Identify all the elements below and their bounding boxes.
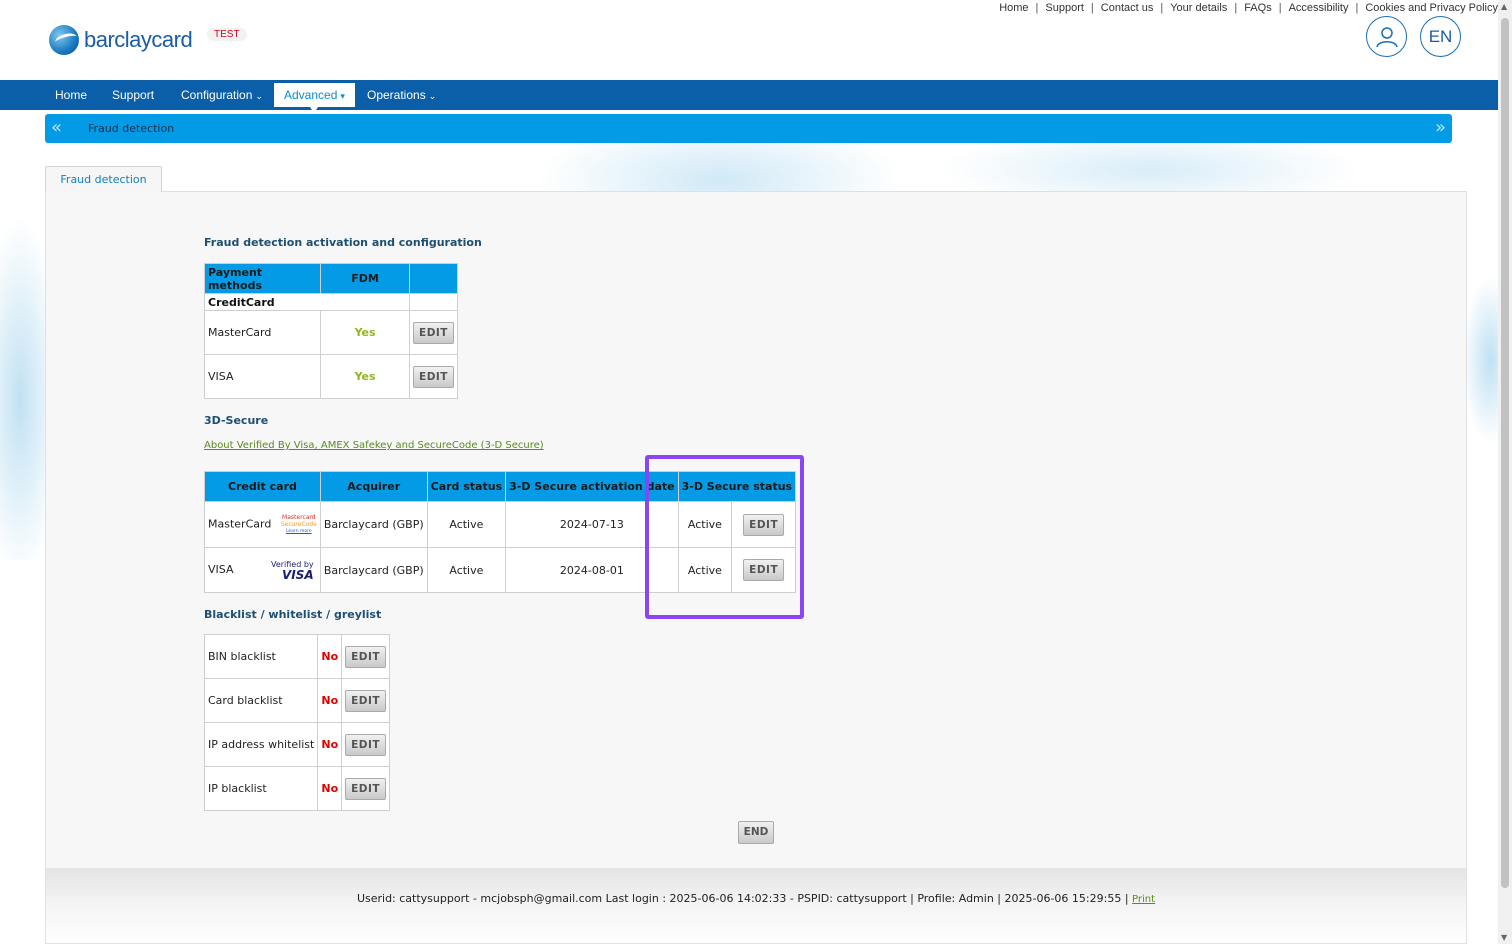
list-status: No [317, 634, 343, 679]
list-label: BIN blacklist [203, 634, 319, 679]
card-status: Active [426, 501, 507, 548]
column-header: FDM [320, 263, 411, 294]
edit-visa-fdm-button[interactable]: EDIT [413, 365, 454, 388]
edit-ip-blacklist-button[interactable]: EDIT [345, 777, 387, 800]
about-3ds-link[interactable]: About Verified By Visa, AMEX Safekey and… [204, 440, 544, 451]
activation-date: 2024-07-13 [505, 501, 679, 548]
logo-text: barclaycard [84, 27, 193, 52]
column-header: Payment methods [203, 263, 322, 294]
activation-date: 2024-08-01 [505, 547, 679, 593]
toplink-support[interactable]: Support [1045, 2, 1084, 14]
footer-session-info: Userid: cattysupport - mcjobsph@gmail.co… [356, 892, 1129, 905]
chevron-down-icon: ⌄ [428, 91, 437, 101]
3ds-section-title: 3D-Secure [204, 414, 269, 427]
breadcrumb: « Fraud detection » [45, 114, 1452, 143]
learn-more-link[interactable]: Learn more [281, 528, 317, 535]
barclaycard-logo[interactable]: barclaycard [49, 25, 193, 55]
column-header [409, 263, 458, 294]
nav-operations[interactable]: Operations ⌄ [357, 83, 446, 107]
nav-support[interactable]: Support [102, 83, 164, 107]
nav-home[interactable]: Home [45, 83, 97, 107]
list-label: Card blacklist [203, 678, 319, 723]
list-status: No [317, 722, 343, 767]
verified-by-visa-logo: Verified by VISA [270, 560, 314, 582]
lists-table: BIN blacklist No EDIT Card blacklist No … [203, 634, 391, 811]
nav-configuration[interactable]: Configuration ⌄ [171, 83, 273, 107]
breadcrumb-current: Fraud detection [88, 122, 175, 135]
main-nav: Home Support Configuration ⌄ Advanced ▾ Op… [0, 80, 1498, 113]
group-label: CreditCard [203, 293, 321, 311]
table-row: MasterCard Yes EDIT [203, 310, 458, 355]
footer-status: Userid: cattysupport - mcjobsph@gmail.co… [46, 892, 1466, 905]
table-row: VISA Verified by VISA Barclaycard (GBP) … [204, 547, 797, 593]
table-row: VISA Yes EDIT [203, 354, 458, 399]
3ds-status: Active [677, 501, 733, 548]
column-header: Acquirer [319, 471, 428, 502]
toplink-faqs[interactable]: FAQs [1244, 2, 1272, 14]
fdm-table: Payment methods FDM CreditCard MasterCar… [203, 263, 458, 399]
table-row: IP address whitelist No EDIT [203, 722, 391, 767]
user-icon [1375, 26, 1398, 47]
nav-advanced[interactable]: Advanced ▾ [274, 83, 355, 113]
table-row: MasterCard Mastercard SecureCode Learn m… [204, 501, 797, 548]
toplink-cookies-privacy[interactable]: Cookies and Privacy Policy [1365, 2, 1498, 14]
page-scrollbar[interactable]: ▲ ▼ [1498, 0, 1512, 944]
edit-visa-3ds-button[interactable]: EDIT [743, 559, 785, 581]
table-group-row: CreditCard [203, 293, 458, 311]
fdm-status: Yes [320, 310, 411, 355]
env-badge: TEST [207, 28, 247, 41]
list-label: IP blacklist [203, 766, 319, 811]
card-name: MasterCard [208, 517, 272, 531]
column-header: Card status [426, 471, 507, 502]
double-chevron-right-icon[interactable]: » [1435, 117, 1446, 138]
toplink-your-details[interactable]: Your details [1170, 2, 1227, 14]
print-link[interactable]: Print [1132, 894, 1155, 905]
mastercard-securecode-logo: Mastercard SecureCode Learn more [280, 514, 317, 535]
fdm-status: Yes [320, 354, 411, 399]
payment-method: VISA [203, 354, 322, 399]
scrollbar-thumb[interactable] [1501, 18, 1509, 888]
3ds-status: Active [677, 547, 733, 593]
scroll-down-icon[interactable]: ▼ [1501, 933, 1507, 942]
payment-method: MasterCard [203, 310, 322, 355]
column-header: Credit card [204, 471, 321, 502]
tab-fraud-detection[interactable]: Fraud detection [45, 166, 162, 192]
double-chevron-left-icon[interactable]: « [51, 117, 62, 138]
toplink-contact[interactable]: Contact us [1101, 2, 1154, 14]
column-header: 3-D Secure activation date [505, 471, 679, 502]
table-header-row: Payment methods FDM [203, 263, 458, 294]
card-name: VISA [208, 563, 234, 576]
lists-section-title: Blacklist / whitelist / greylist [204, 608, 382, 621]
chevron-down-icon: ⌄ [255, 91, 263, 101]
end-button[interactable]: END [738, 821, 774, 844]
top-links: Home | Support | Contact us | Your details |… [999, 2, 1498, 14]
edit-card-blacklist-button[interactable]: EDIT [345, 689, 387, 712]
fdm-section-title: Fraud detection activation and configura… [204, 236, 482, 249]
list-status: No [317, 766, 343, 811]
table-row: BIN blacklist No EDIT [203, 634, 391, 679]
acquirer: Barclaycard (GBP) [319, 547, 428, 593]
table-row: Card blacklist No EDIT [203, 678, 391, 723]
language-button[interactable]: EN [1420, 16, 1461, 57]
barclaycard-logo-icon [49, 25, 79, 55]
toplink-home[interactable]: Home [999, 2, 1028, 14]
caret-down-icon: ▾ [340, 91, 345, 101]
3ds-table: Credit card Acquirer Card status 3-D Sec… [204, 471, 797, 593]
edit-mastercard-3ds-button[interactable]: EDIT [743, 513, 785, 536]
list-label: IP address whitelist [203, 722, 319, 767]
column-header: 3-D Secure status [677, 471, 797, 502]
table-row: IP blacklist No EDIT [203, 766, 391, 811]
acquirer: Barclaycard (GBP) [319, 501, 428, 548]
list-status: No [317, 678, 343, 723]
scroll-up-icon[interactable]: ▲ [1501, 2, 1507, 11]
edit-mastercard-fdm-button[interactable]: EDIT [413, 321, 454, 344]
table-header-row: Credit card Acquirer Card status 3-D Sec… [204, 471, 797, 502]
user-profile-button[interactable] [1366, 16, 1407, 57]
footer-band [46, 868, 1466, 943]
toplink-accessibility[interactable]: Accessibility [1289, 2, 1349, 14]
edit-ip-whitelist-button[interactable]: EDIT [345, 733, 387, 756]
card-status: Active [426, 547, 507, 593]
edit-bin-blacklist-button[interactable]: EDIT [345, 645, 387, 668]
